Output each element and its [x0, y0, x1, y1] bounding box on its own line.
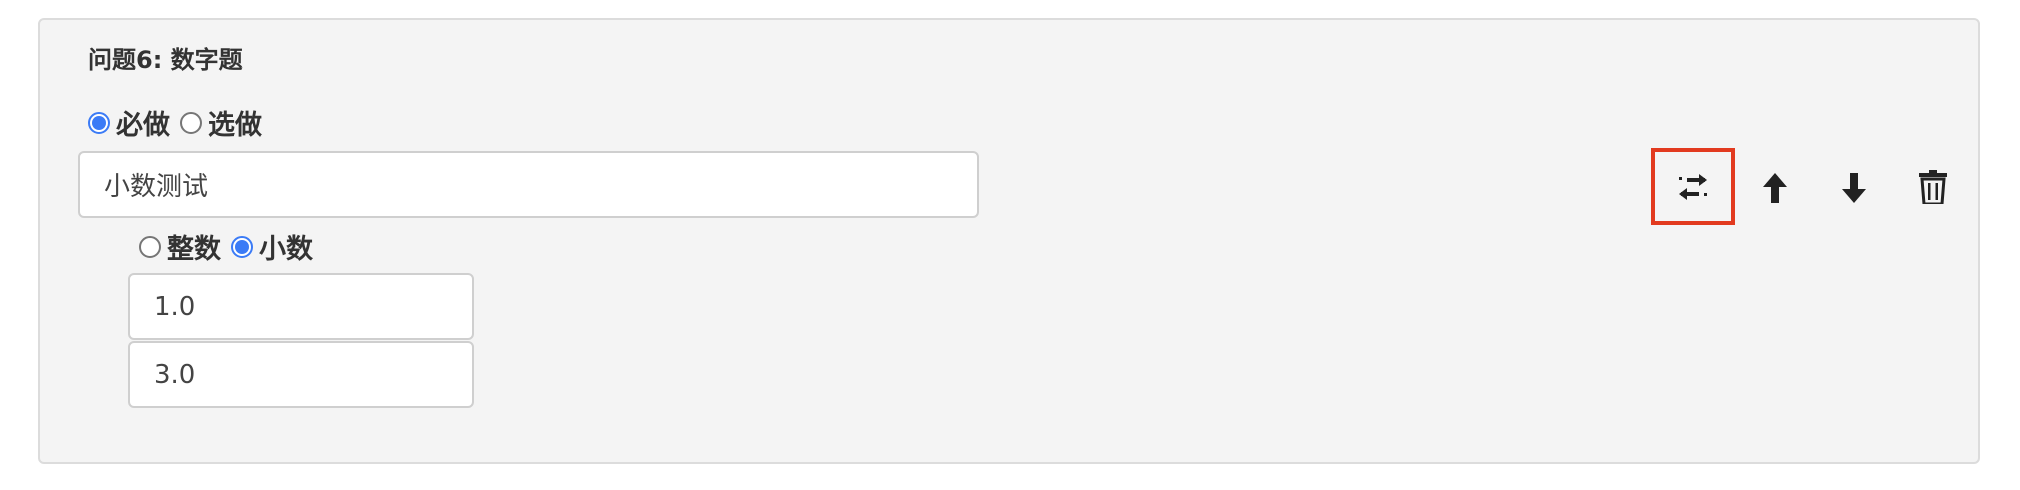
move-up-button[interactable] [1753, 166, 1797, 210]
decimal-radio[interactable] [231, 235, 253, 258]
number-type-radio-group: 整数 小数 [139, 227, 323, 266]
integer-radio[interactable] [139, 235, 161, 258]
swap-icon [1677, 173, 1709, 200]
question-text-input[interactable]: 小数测试 [78, 151, 979, 218]
required-radio[interactable] [88, 111, 110, 134]
optional-label[interactable]: 选做 [208, 103, 262, 142]
max-value-input[interactable]: 3.0 [128, 341, 474, 408]
integer-label[interactable]: 整数 [167, 227, 221, 266]
move-down-button[interactable] [1832, 166, 1876, 210]
required-label[interactable]: 必做 [116, 103, 170, 142]
delete-button[interactable] [1911, 164, 1955, 210]
decimal-label[interactable]: 小数 [259, 227, 313, 266]
question-title: 问题6: 数字题 [88, 46, 243, 74]
required-radio-group: 必做 选做 [88, 103, 272, 142]
min-value-input[interactable]: 1.0 [128, 273, 474, 340]
arrow-down-icon [1842, 173, 1866, 203]
arrow-up-icon [1763, 173, 1787, 203]
swap-button[interactable] [1651, 148, 1735, 225]
trash-icon [1919, 170, 1947, 204]
optional-radio[interactable] [180, 111, 202, 134]
